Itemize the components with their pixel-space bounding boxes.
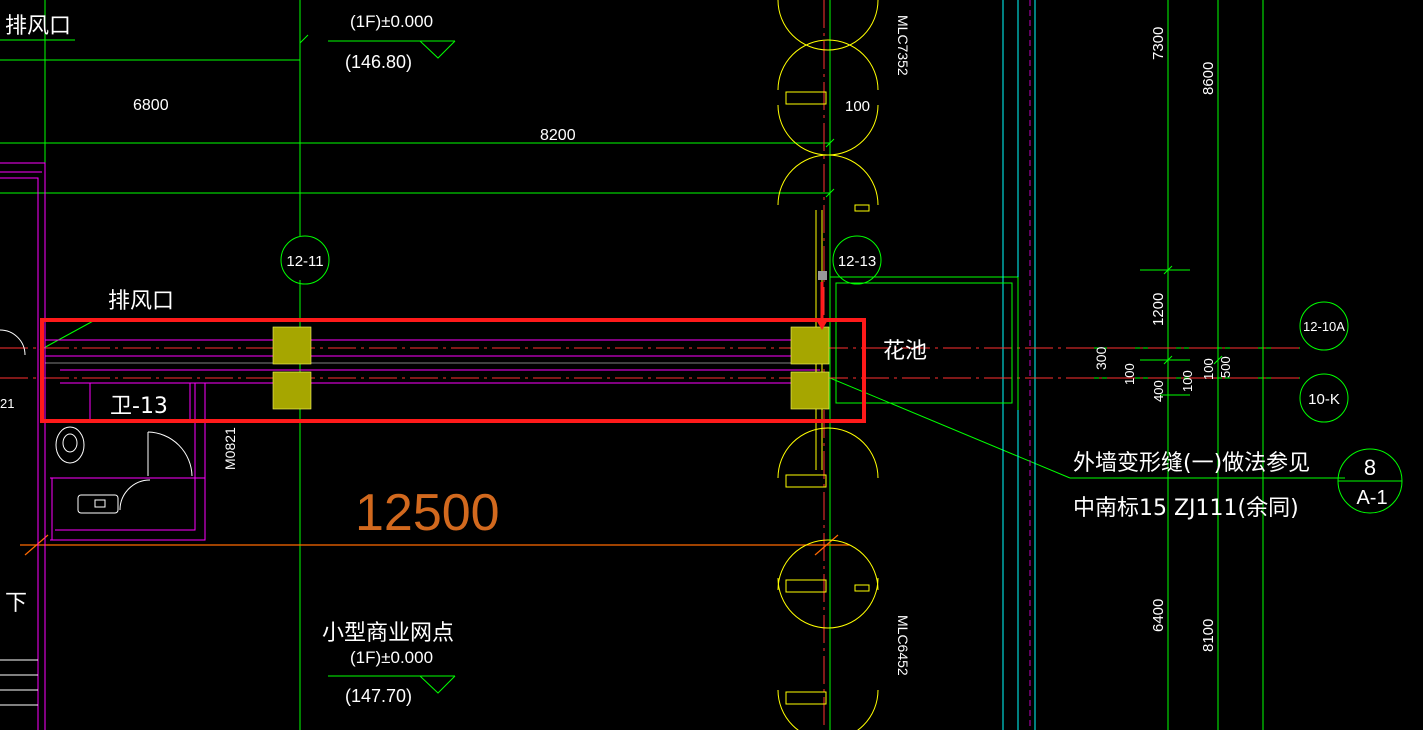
exhaust-label-top: 排风口 — [5, 14, 71, 39]
door-tag: M0821 — [222, 427, 238, 470]
note-line-2: 中南标15 ZJ111(余同) — [1073, 496, 1299, 521]
window-tag-bottom: MLC6452 — [895, 615, 911, 676]
dim-500: 500 — [1218, 356, 1233, 378]
door-swing-icon — [119, 431, 193, 511]
arrow-indicator — [815, 271, 829, 330]
elevation-bottom: (147.70) — [345, 686, 412, 706]
grid-bubble-label: 10-K — [1308, 391, 1340, 408]
column — [790, 371, 830, 410]
room-tag: 卫-13 — [110, 394, 168, 419]
level-bottom: (1F)±0.000 — [350, 648, 433, 667]
fan-icon — [0, 329, 26, 356]
dim-100-a: 100 — [1122, 363, 1137, 385]
dim-8100: 8100 — [1200, 619, 1217, 652]
window-tag-top: MLC7352 — [895, 15, 911, 76]
dim-8200: 8200 — [540, 127, 576, 144]
dim-400: 400 — [1151, 380, 1166, 402]
dim-6800: 6800 — [133, 97, 169, 114]
column — [272, 326, 312, 365]
dim-1200: 1200 — [1150, 293, 1167, 326]
elevation-top: (146.80) — [345, 52, 412, 72]
dim-8600: 8600 — [1200, 62, 1217, 95]
grid-bubble: 10-K — [1299, 373, 1349, 423]
detail-number: 8 — [1364, 455, 1376, 480]
cad-drawing-canvas: 12-11 12-13 12-10A 10-K 8 A-1 排风口 排风口 小型… — [0, 0, 1403, 730]
flower-bed-label: 花池 — [883, 339, 927, 364]
dimension-lines — [0, 0, 1345, 730]
dim-300: 300 — [1093, 346, 1109, 370]
grid-bubble-label: 12-10A — [1303, 319, 1345, 334]
dim-100-top: 100 — [845, 98, 870, 115]
shop-name-bottom: 小型商业网点 — [322, 621, 454, 646]
grid-bubble-label: 12-11 — [286, 253, 323, 270]
dim-100-c: 100 — [1201, 358, 1216, 380]
level-top: (1F)±0.000 — [350, 12, 433, 31]
washbasin-icon — [55, 426, 85, 464]
column — [272, 371, 312, 410]
dim-6400: 6400 — [1150, 599, 1167, 632]
left-edge-num: 21 — [0, 396, 14, 411]
dim-100-b: 100 — [1180, 370, 1195, 392]
grid-bubble: 12-11 — [280, 235, 330, 285]
stair-lines — [0, 659, 38, 706]
grid-bubble: 12-10A — [1299, 301, 1349, 351]
detail-sheet: A-1 — [1356, 487, 1387, 509]
exhaust-label-mid: 排风口 — [108, 289, 174, 314]
squat-toilet-icon — [77, 494, 119, 514]
detail-index-symbol: 8 A-1 — [1337, 448, 1403, 514]
column — [790, 326, 830, 365]
big-dimension: 12500 — [355, 484, 500, 542]
grid-bubble-label: 12-13 — [838, 253, 876, 270]
note-line-1: 外墙变形缝(一)做法参见 — [1073, 451, 1310, 476]
dim-7300: 7300 — [1150, 27, 1167, 60]
columns — [272, 326, 830, 410]
left-edge-char: 下 — [5, 591, 27, 616]
